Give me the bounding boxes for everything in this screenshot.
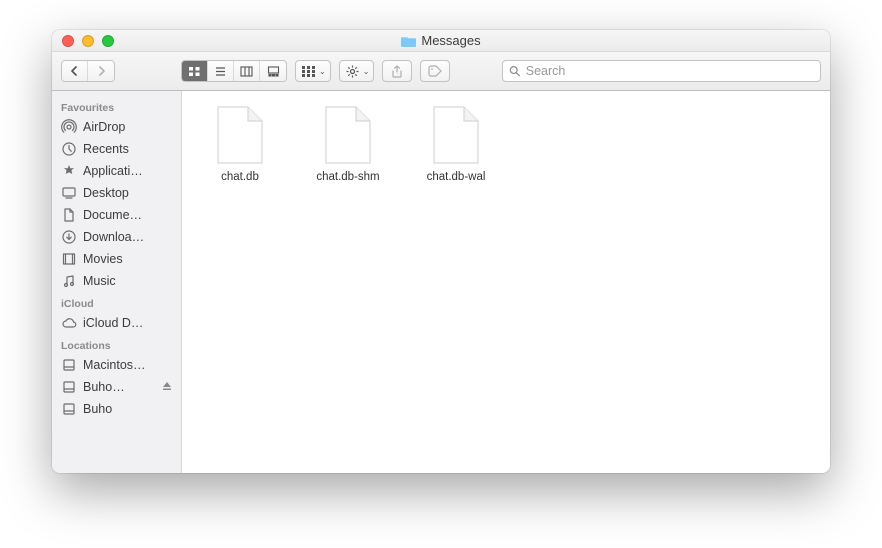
file-item[interactable]: chat.db-wal (408, 103, 504, 183)
action-dropdown[interactable]: ⌄ (339, 60, 375, 82)
zoom-button[interactable] (102, 35, 114, 47)
chevron-down-icon: ⌄ (319, 67, 326, 76)
sidebar-item[interactable]: Downloa… (52, 226, 181, 248)
sidebar-item-label: Desktop (83, 186, 129, 200)
file-icon (426, 103, 486, 167)
sidebar-item[interactable]: Macintos… (52, 354, 181, 376)
file-icon (318, 103, 378, 167)
column-view-button[interactable] (234, 61, 260, 81)
sidebar-item[interactable]: Music (52, 270, 181, 292)
file-icon (210, 103, 270, 167)
group-icon (302, 66, 315, 77)
sidebar-item[interactable]: Docume… (52, 204, 181, 226)
finder-window: Messages (52, 30, 830, 473)
sidebar-group-header: Locations (52, 334, 181, 354)
file-name: chat.db-wal (427, 171, 486, 183)
downloads-icon (61, 229, 77, 245)
movies-icon (61, 251, 77, 267)
sidebar-item-label: Docume… (83, 208, 142, 222)
window-title-area: Messages (52, 33, 830, 48)
recents-icon (61, 141, 77, 157)
sidebar-item-label: Buho… (83, 380, 125, 394)
desktop-icon (61, 185, 77, 201)
sidebar-item[interactable]: Desktop (52, 182, 181, 204)
close-button[interactable] (62, 35, 74, 47)
file-item[interactable]: chat.db-shm (300, 103, 396, 183)
sidebar-item[interactable]: Buho… (52, 376, 181, 398)
disk-icon (61, 379, 77, 395)
sidebar-group-header: iCloud (52, 292, 181, 312)
applications-icon (61, 163, 77, 179)
chevron-down-icon: ⌄ (363, 67, 370, 76)
eject-icon[interactable] (162, 380, 172, 394)
cloud-icon (61, 315, 77, 331)
disk-icon (61, 357, 77, 373)
file-name: chat.db (221, 171, 259, 183)
sidebar-item-label: Applicati… (83, 164, 143, 178)
window-controls (52, 35, 114, 47)
icon-view-button[interactable] (182, 61, 208, 81)
back-button[interactable] (62, 61, 88, 81)
list-view-button[interactable] (208, 61, 234, 81)
sidebar-item-label: AirDrop (83, 120, 125, 134)
sidebar-item[interactable]: AirDrop (52, 116, 181, 138)
gear-icon (346, 65, 359, 78)
sidebar-item[interactable]: iCloud D… (52, 312, 181, 334)
group-by-dropdown[interactable]: ⌄ (295, 60, 331, 82)
file-name: chat.db-shm (316, 171, 379, 183)
minimize-button[interactable] (82, 35, 94, 47)
sidebar-item-label: Macintos… (83, 358, 146, 372)
sidebar-item[interactable]: Buho (52, 398, 181, 420)
search-icon (509, 65, 520, 77)
tag-icon (428, 65, 442, 77)
window-title: Messages (421, 33, 480, 48)
sidebar-item-label: Buho (83, 402, 112, 416)
disk-icon (61, 401, 77, 417)
file-grid[interactable]: chat.db chat.db-shm chat.db-wal (182, 91, 830, 473)
sidebar-item-label: Recents (83, 142, 129, 156)
sidebar-item[interactable]: Applicati… (52, 160, 181, 182)
folder-icon (401, 35, 416, 47)
tags-button[interactable] (420, 60, 450, 82)
sidebar[interactable]: Favourites AirDrop Recents Applicati… Deskto… (52, 91, 182, 473)
sidebar-item-label: Movies (83, 252, 123, 266)
search-input[interactable] (526, 64, 814, 78)
sidebar-item[interactable]: Movies (52, 248, 181, 270)
nav-buttons (61, 60, 115, 82)
share-button[interactable] (382, 60, 412, 82)
file-item[interactable]: chat.db (192, 103, 288, 183)
sidebar-item-label: iCloud D… (83, 316, 143, 330)
documents-icon (61, 207, 77, 223)
airdrop-icon (61, 119, 77, 135)
gallery-view-button[interactable] (260, 61, 286, 81)
share-icon (391, 65, 403, 78)
music-icon (61, 273, 77, 289)
toolbar: ⌄ ⌄ (52, 52, 830, 91)
sidebar-item-label: Music (83, 274, 116, 288)
view-mode-buttons (181, 60, 287, 82)
sidebar-item[interactable]: Recents (52, 138, 181, 160)
title-bar: Messages (52, 30, 830, 52)
search-field[interactable] (502, 60, 821, 82)
forward-button[interactable] (88, 61, 114, 81)
window-body: Favourites AirDrop Recents Applicati… Deskto… (52, 91, 830, 473)
sidebar-group-header: Favourites (52, 96, 181, 116)
sidebar-item-label: Downloa… (83, 230, 144, 244)
